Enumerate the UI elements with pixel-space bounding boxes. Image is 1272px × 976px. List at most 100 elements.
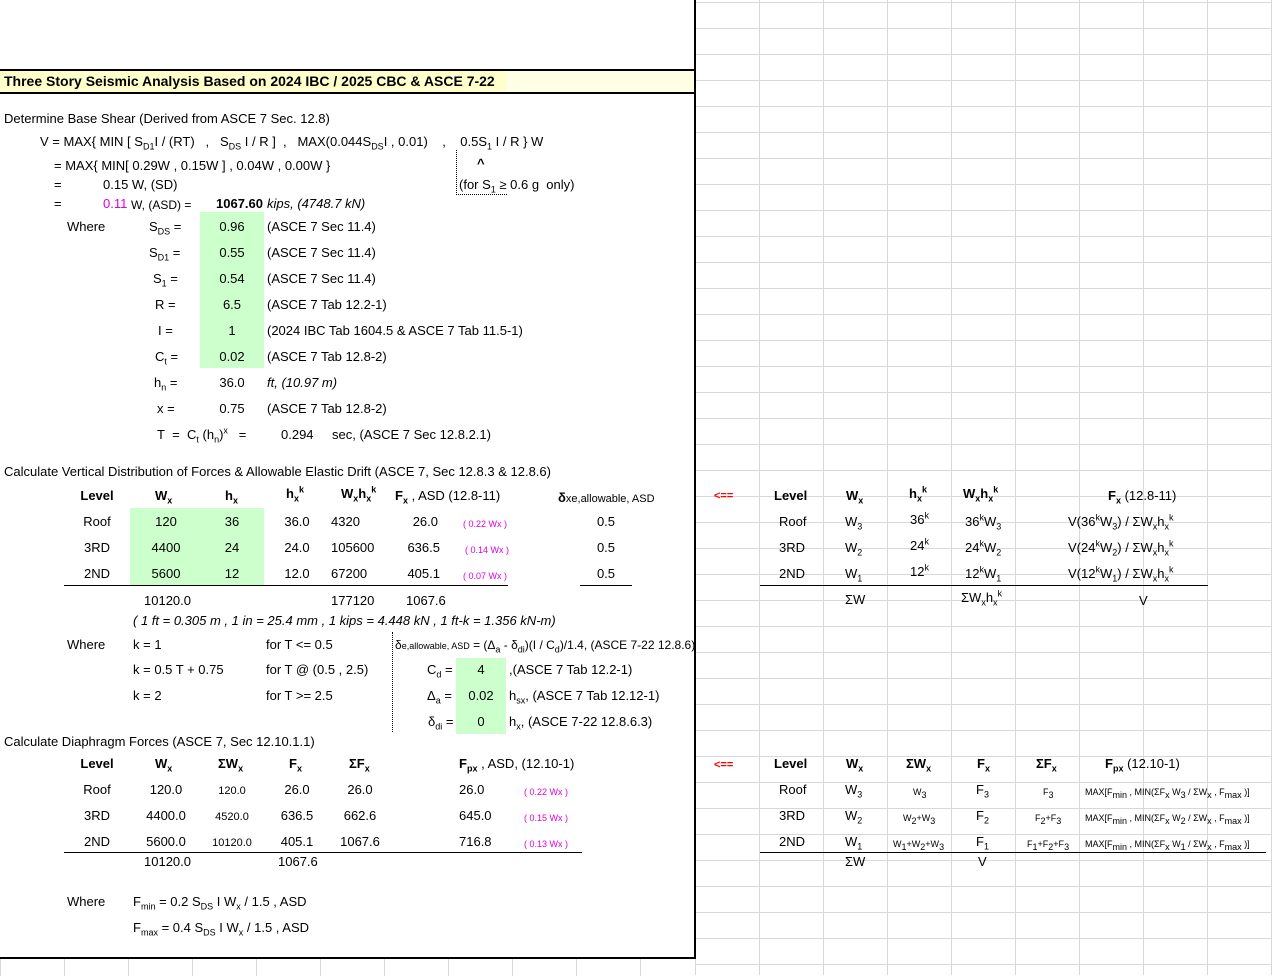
- col-hxk: hxk: [286, 484, 304, 504]
- k-rule: k = 2: [133, 688, 162, 703]
- calc-sheet: Three Story Seismic Analysis Based on 20…: [0, 0, 696, 959]
- row-sum-fx: 662.6: [343, 808, 377, 823]
- side-row-level: 2ND: [779, 566, 806, 581]
- total-wx: 10120.0: [144, 854, 191, 869]
- where-label: Where: [67, 894, 106, 909]
- fmax-formula: Fmax = 0.4 SDS I Wx / 1.5 , ASD: [133, 920, 310, 938]
- title-bar: Three Story Seismic Analysis Based on 20…: [0, 69, 694, 94]
- row-pct: ( 0.14 Wx ): [465, 545, 510, 555]
- delta-a-label: Δa =: [427, 688, 452, 706]
- side-row-wh: 12kW1: [965, 564, 1002, 584]
- param-ct-ref: (ASCE 7 Tab 12.8-2): [267, 349, 387, 364]
- param-r-ref: (ASCE 7 Tab 12.2-1): [267, 297, 387, 312]
- row-wx[interactable]: 5600: [134, 566, 198, 582]
- col-sum-wx: ΣWx: [218, 756, 244, 774]
- row-fpx: 26.0: [459, 782, 485, 797]
- side-row-level: Roof: [779, 514, 807, 529]
- row-hx[interactable]: 24: [200, 540, 264, 556]
- param-s1-ref: (ASCE 7 Sec 11.4): [267, 271, 376, 286]
- param-r-label: R =: [155, 297, 176, 312]
- row-hxk: 24.0: [284, 540, 310, 555]
- side-row-w: W1: [845, 566, 863, 584]
- side-row-wh: 24kW2: [965, 538, 1002, 558]
- row-fx: 636.5: [280, 808, 314, 823]
- col-sum-fx: ΣFx: [349, 756, 370, 774]
- asd-value: 1067.60: [216, 196, 263, 211]
- side-sum-wh: ΣWxhxk: [961, 588, 1003, 608]
- delta-a-value[interactable]: 0.02: [456, 688, 506, 704]
- delta-di-label: δdi =: [428, 714, 454, 732]
- param-s1-label: S1 =: [153, 271, 178, 289]
- col-level: Level: [80, 756, 114, 771]
- side-row-f: V(12kW1) / ΣWxhxk: [1068, 564, 1174, 584]
- side-row-level: 3RD: [779, 540, 806, 555]
- row-level: Roof: [83, 782, 111, 797]
- page-title: Three Story Seismic Analysis Based on 20…: [4, 73, 495, 89]
- row-hx[interactable]: 12: [200, 566, 264, 582]
- param-sd1-ref: (ASCE 7 Sec 11.4): [267, 245, 376, 260]
- param-i-ref: (2024 IBC Tab 1604.5 & ASCE 7 Tab 11.5-1…: [267, 323, 523, 338]
- param-i-value[interactable]: 1: [200, 323, 264, 339]
- row-pct: ( 0.15 Wx ): [524, 813, 569, 823]
- row-drift: 0.5: [596, 514, 616, 529]
- asd-label: W, (ASD) =: [131, 198, 192, 212]
- table-rule: [64, 852, 582, 853]
- row-wx[interactable]: 120: [134, 514, 198, 530]
- total-wx: 10120.0: [144, 593, 191, 608]
- asd-units: kips, (4748.7 kN): [267, 196, 366, 211]
- side-col-fx: Fx: [977, 756, 990, 774]
- param-s1-value[interactable]: 0.54: [200, 271, 264, 287]
- sd-value: 0.15 W, (SD): [103, 177, 178, 192]
- col-level: Level: [80, 488, 114, 503]
- period-formula: T = Ct (hn)x =: [157, 425, 247, 445]
- col-fpx: Fpx , ASD, (12.10-1): [459, 756, 575, 774]
- side-row-level: 2ND: [779, 834, 806, 849]
- k-condition: for T >= 2.5: [266, 688, 333, 703]
- side-row-f: V(36kW3) / ΣWxhxk: [1068, 512, 1174, 532]
- row-wxhxk: 67200: [331, 566, 368, 581]
- row-sum-fx: 1067.6: [340, 834, 380, 849]
- side-col-fpx: Fpx (12.10-1): [1105, 756, 1180, 774]
- param-sd1-value[interactable]: 0.55: [200, 245, 264, 261]
- row-wx[interactable]: 4400: [134, 540, 198, 556]
- asd-coefficient: 0.11: [103, 196, 128, 211]
- side-row-w: W2: [845, 540, 863, 558]
- base-shear-evaluated: = MAX{ MIN[ 0.29W , 0.15W ] , 0.04W , 0.…: [54, 158, 331, 173]
- total-wxhxk: 177120: [331, 593, 375, 608]
- delta-di-value[interactable]: 0: [456, 714, 506, 730]
- row-pct: ( 0.22 Wx ): [524, 787, 569, 797]
- col-hx: hx: [225, 488, 238, 506]
- row-sum-wx: 4520.0: [215, 811, 249, 823]
- param-sd1-label: SD1 =: [149, 245, 181, 263]
- side-row-sw: W3: [913, 787, 927, 800]
- param-sds-value[interactable]: 0.96: [200, 219, 264, 235]
- side-row-w: W2: [845, 808, 863, 826]
- row-pct: ( 0.13 Wx ): [524, 839, 569, 849]
- row-fpx: 645.0: [459, 808, 492, 823]
- cd-label: Cd =: [427, 662, 453, 680]
- side-row-f: V(24kW2) / ΣWxhxk: [1068, 538, 1174, 558]
- param-r-value[interactable]: 6.5: [200, 297, 264, 313]
- side-v: V: [1139, 593, 1148, 608]
- period-ref: sec, (ASCE 7 Sec 12.8.2.1): [332, 427, 491, 442]
- side-sum-w: ΣW: [845, 592, 866, 607]
- vertical-heading: Calculate Vertical Distribution of Force…: [4, 464, 551, 479]
- row-hx[interactable]: 36: [200, 514, 264, 530]
- row-pct: ( 0.07 Wx ): [463, 571, 508, 581]
- row-sum-fx: 26.0: [347, 782, 373, 797]
- side-col-sum-fx: ΣFx: [1036, 756, 1057, 774]
- eq-sign: =: [54, 196, 62, 211]
- param-sds-ref: (ASCE 7 Sec 11.4): [267, 219, 376, 234]
- side-table-rule: [760, 585, 1208, 586]
- side-row-sf: F1+F2+F3: [1027, 839, 1070, 852]
- param-ct-value[interactable]: 0.02: [200, 349, 264, 365]
- side-row-fpx: MAX[Fmin , MIN(ΣFx W3 / ΣWx , Fmax )]: [1085, 787, 1250, 800]
- spreadsheet-grid-bottom: [0, 958, 695, 976]
- row-fx: 26.0: [412, 514, 438, 529]
- cd-value[interactable]: 4: [456, 662, 506, 678]
- arrow-indicator: <==: [714, 490, 734, 502]
- row-fx: 405.1: [280, 834, 314, 849]
- param-hn-ref: ft, (10.97 m): [267, 375, 338, 390]
- arrow-indicator: <==: [714, 759, 734, 771]
- side-col-wxhxk: Wxhxk: [963, 484, 999, 504]
